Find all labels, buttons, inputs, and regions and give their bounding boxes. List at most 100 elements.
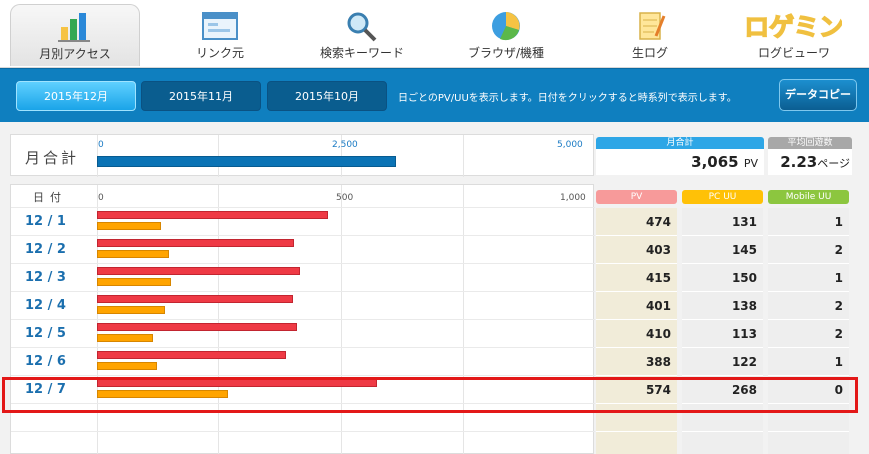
monthly-pv-bar (97, 156, 397, 167)
monthly-summary-panel: 月合計 0 2,500 5,000 (10, 134, 594, 177)
magnifier-icon (347, 12, 377, 42)
monthly-total-value: 3,065 (691, 153, 739, 171)
highlight-box (2, 377, 858, 413)
uu-bar (97, 278, 171, 286)
avg-visits-stat: 平均回遊数 2.23ページ (768, 137, 852, 177)
tab-month-2015-10[interactable]: 2015年10月 (267, 81, 387, 111)
avg-visits-unit: ページ (817, 157, 850, 170)
row-date-link[interactable]: 12 / 3 (25, 270, 66, 285)
mobile-uu-column-header: Mobile UU (768, 190, 849, 204)
mobile-uu-cell: 1 (768, 208, 849, 236)
logo-icon: ロゲミン (746, 12, 842, 42)
top-navigation: 月別アクセス リンク元 検索キーワード ブラウザ/機種 生ログ ロゲミン ログビ… (0, 0, 869, 68)
pv-bar (97, 295, 293, 303)
pv-cell: 388 (596, 348, 677, 376)
pc-uu-cell: 131 (682, 208, 763, 236)
pv-cell (596, 432, 677, 454)
data-copy-button[interactable]: データコピー (779, 79, 857, 111)
daily-axis-tick: 500 (336, 193, 354, 203)
summary-axis-tick: 2,500 (332, 140, 358, 150)
summary-axis-tick: 5,000 (557, 140, 583, 150)
nav-label-referrer: リンク元 (195, 46, 244, 60)
monthly-total-stat-value-box: 3,065 PV (596, 149, 764, 175)
table-row[interactable]: 12 / 1 (11, 207, 595, 235)
avg-visits-value: 2.23 (780, 153, 818, 171)
pencil-note-icon (639, 12, 666, 40)
uu-bar (97, 334, 154, 342)
table-row[interactable]: 12 / 3 (11, 263, 595, 291)
pc-uu-column: PC UU 131 145 150 138 113 122 268 (682, 190, 763, 454)
pc-uu-cell: 150 (682, 264, 763, 292)
pc-uu-cell: 138 (682, 292, 763, 320)
nav-label-keyword: 検索キーワード (319, 46, 404, 60)
pv-cell: 410 (596, 320, 677, 348)
monthly-total-stat-label: 月合計 (596, 137, 764, 149)
uu-bar (97, 250, 169, 258)
avg-visits-stat-value-box: 2.23ページ (768, 149, 852, 175)
monthly-total-label: 月合計 (25, 149, 80, 167)
mobile-uu-cell: 1 (768, 348, 849, 376)
nav-raw-log[interactable]: 生ログ (588, 4, 712, 66)
mobile-uu-cell: 2 (768, 236, 849, 264)
row-date-link[interactable]: 12 / 2 (25, 242, 66, 257)
grid-line (463, 135, 464, 177)
daily-access-table: 日付 0 500 1,000 12 / 1 12 / 2 12 / 3 12 / 4 1… (10, 184, 595, 454)
table-row[interactable]: 12 / 6 (11, 347, 595, 375)
pc-uu-column-header: PC UU (682, 190, 763, 204)
pv-cell: 415 (596, 264, 677, 292)
pv-column-header: PV (596, 190, 677, 204)
tab-month-2015-11[interactable]: 2015年11月 (141, 81, 261, 111)
pv-cell: 403 (596, 236, 677, 264)
nav-search-keyword[interactable]: 検索キーワード (300, 4, 424, 66)
pc-uu-cell: 145 (682, 236, 763, 264)
pv-bar (97, 239, 294, 247)
pv-cell: 474 (596, 208, 677, 236)
nav-log-viewer[interactable]: ロゲミン ログビューワ (732, 4, 856, 66)
mobile-uu-cell: 2 (768, 292, 849, 320)
date-column-header: 日付 (33, 191, 67, 204)
nav-label-monthly: 月別アクセス (39, 47, 111, 61)
pie-chart-icon (492, 12, 520, 41)
uu-bar (97, 222, 162, 230)
pv-bar (97, 323, 298, 331)
table-row[interactable]: 12 / 5 (11, 319, 595, 347)
pv-bar (97, 351, 287, 359)
row-date-link[interactable]: 12 / 4 (25, 298, 66, 313)
pv-column: PV 474 403 415 401 410 388 574 (596, 190, 677, 454)
nav-label-browser: ブラウザ/機種 (467, 46, 545, 60)
logo-text: ロゲミン (746, 13, 842, 42)
pv-bar (97, 211, 329, 219)
mobile-uu-column: Mobile UU 1212210 (768, 190, 849, 454)
row-date-link[interactable]: 12 / 5 (25, 326, 66, 341)
row-date-link[interactable]: 12 / 1 (25, 214, 66, 229)
table-row (11, 431, 595, 454)
uu-bar (97, 362, 158, 370)
pc-uu-cell (682, 432, 763, 454)
nav-label-viewer: ログビューワ (757, 46, 830, 60)
log-analytics-app: 月別アクセス リンク元 検索キーワード ブラウザ/機種 生ログ ロゲミン ログビ… (0, 0, 869, 454)
nav-browser-device[interactable]: ブラウザ/機種 (444, 4, 568, 66)
mobile-uu-cell: 1 (768, 264, 849, 292)
nav-referrer[interactable]: リンク元 (160, 4, 280, 66)
table-row[interactable]: 12 / 2 (11, 235, 595, 263)
monthly-total-stat: 月合計 3,065 PV (596, 137, 764, 177)
pc-uu-cell: 122 (682, 348, 763, 376)
monthly-total-unit: PV (743, 157, 758, 170)
tab-month-2015-12[interactable]: 2015年12月 (16, 81, 136, 111)
month-tab-bar: 2015年12月 2015年11月 2015年10月 日ごとのPV/UUを表示し… (0, 68, 869, 122)
window-icon (202, 12, 238, 40)
pc-uu-cell: 113 (682, 320, 763, 348)
pv-cell: 401 (596, 292, 677, 320)
bar-chart-icon (58, 13, 90, 42)
summary-axis-tick: 0 (98, 140, 104, 150)
table-row[interactable]: 12 / 4 (11, 291, 595, 319)
daily-axis-tick: 0 (98, 193, 104, 203)
mobile-uu-cell (768, 432, 849, 454)
mobile-uu-cell: 2 (768, 320, 849, 348)
tab-info-text: 日ごとのPV/UUを表示します。日付をクリックすると時系列で表示します。 (398, 93, 737, 104)
nav-monthly-access[interactable]: 月別アクセス (10, 4, 140, 66)
daily-axis-tick: 1,000 (560, 193, 586, 203)
pv-bar (97, 267, 300, 275)
avg-visits-stat-label: 平均回遊数 (768, 137, 852, 149)
row-date-link[interactable]: 12 / 6 (25, 354, 66, 369)
